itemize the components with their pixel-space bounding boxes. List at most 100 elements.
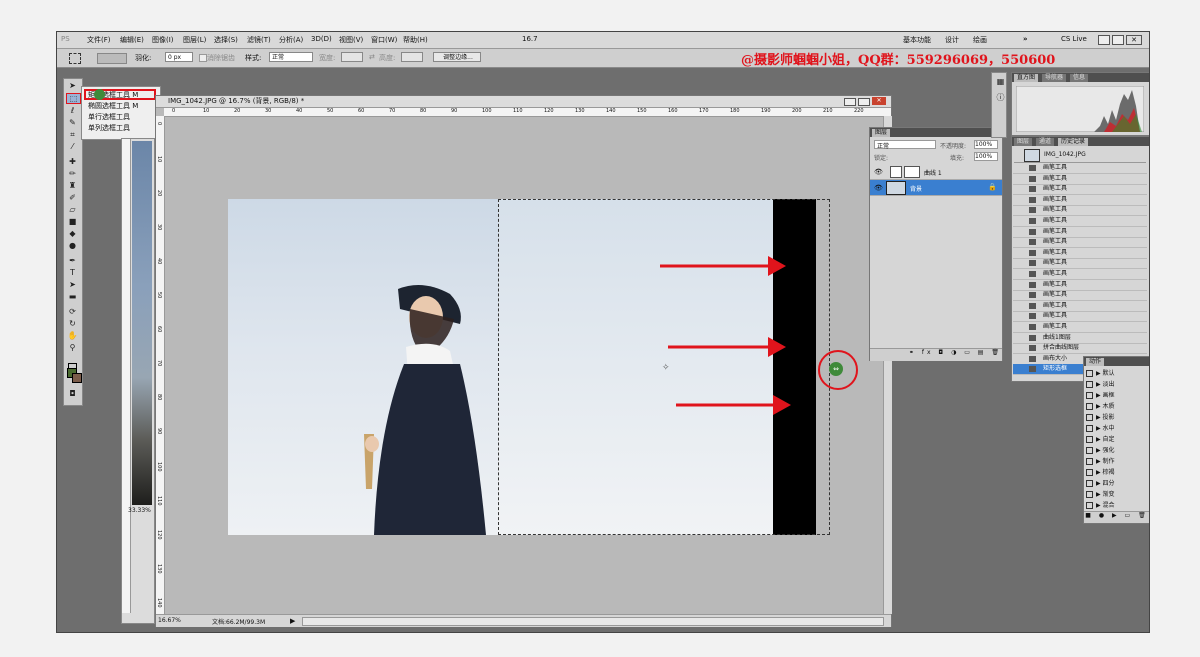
history-item[interactable]: 画笔工具 bbox=[1013, 237, 1147, 249]
crop-tool-icon[interactable]: ⌗ bbox=[66, 130, 79, 139]
action-checkbox-icon[interactable] bbox=[1086, 370, 1093, 377]
selection-mode-buttons[interactable] bbox=[97, 53, 127, 64]
action-item[interactable]: ▶ 淡出 bbox=[1086, 379, 1149, 390]
history-item[interactable]: 画笔工具 bbox=[1013, 269, 1147, 280]
action-checkbox-icon[interactable] bbox=[1086, 436, 1093, 443]
lasso-tool-icon[interactable]: ℓ bbox=[66, 106, 79, 115]
close-icon[interactable]: ✕ bbox=[1126, 35, 1142, 45]
type-tool-icon[interactable]: T bbox=[66, 268, 79, 277]
hand-tool-icon[interactable]: ✋ bbox=[66, 331, 79, 340]
history-item[interactable]: 画笔工具 bbox=[1013, 301, 1147, 312]
flyout-single-column-marquee[interactable]: 单列选框工具 bbox=[88, 123, 130, 133]
action-checkbox-icon[interactable] bbox=[1086, 414, 1093, 421]
refine-edge-button[interactable]: 调整边缘... bbox=[433, 52, 481, 62]
eraser-tool-icon[interactable]: ▱ bbox=[66, 205, 79, 214]
layer-visibility-eye-icon[interactable]: 👁 bbox=[874, 184, 883, 192]
tab-info[interactable]: 信息 bbox=[1070, 74, 1089, 82]
zoom-tool-icon[interactable]: ⚲ bbox=[66, 343, 79, 352]
menu-image[interactable]: 图像(I) bbox=[152, 35, 174, 45]
history-item[interactable]: 画笔工具 bbox=[1013, 205, 1147, 217]
doc-minimize-button[interactable] bbox=[844, 98, 856, 106]
history-item[interactable]: 拼合曲线图层 bbox=[1013, 343, 1147, 355]
blend-mode-select[interactable]: 正常 bbox=[874, 140, 936, 150]
workspace-essentials[interactable]: 基本功能 bbox=[903, 35, 931, 45]
menu-3d[interactable]: 3D(D) bbox=[311, 35, 332, 43]
action-item[interactable]: ▶ 混合 bbox=[1086, 500, 1149, 511]
marquee-tool-preset-icon[interactable] bbox=[69, 53, 81, 64]
opacity-input[interactable]: 100% bbox=[974, 140, 998, 149]
cs-live-button[interactable]: CS Live bbox=[1061, 35, 1087, 43]
action-checkbox-icon[interactable] bbox=[1086, 447, 1093, 454]
menu-window[interactable]: 窗口(W) bbox=[371, 35, 397, 45]
minimize-button[interactable] bbox=[1098, 35, 1110, 45]
healing-brush-tool-icon[interactable]: ✚ bbox=[66, 157, 79, 166]
flyout-elliptical-marquee[interactable]: 椭圆选框工具 M bbox=[88, 101, 138, 111]
action-checkbox-icon[interactable] bbox=[1086, 458, 1093, 465]
workspace-design[interactable]: 设计 bbox=[945, 35, 959, 45]
menu-layer[interactable]: 图层(L) bbox=[183, 35, 206, 45]
history-item[interactable]: 画笔工具 bbox=[1013, 174, 1147, 185]
action-item[interactable]: ▶ 画框 bbox=[1086, 390, 1149, 401]
style-select[interactable]: 正常 bbox=[269, 52, 313, 62]
action-item[interactable]: ▶ 制作 bbox=[1086, 456, 1149, 467]
action-checkbox-icon[interactable] bbox=[1086, 425, 1093, 432]
tab-histogram[interactable]: 直方图 bbox=[1014, 74, 1039, 82]
tab-history[interactable]: 历史记录 bbox=[1058, 138, 1089, 146]
layer-row-curves[interactable]: 👁 曲线 1 bbox=[870, 164, 1002, 180]
status-menu-arrow-icon[interactable]: ▶ bbox=[290, 617, 295, 625]
menu-filter[interactable]: 滤镜(T) bbox=[247, 35, 271, 45]
dodge-tool-icon[interactable]: ● bbox=[66, 241, 79, 250]
history-item[interactable]: 曲线1图层 bbox=[1013, 333, 1147, 344]
action-item[interactable]: ▶ 棕褐 bbox=[1086, 467, 1149, 478]
brush-tool-icon[interactable]: ✏ bbox=[66, 169, 79, 178]
history-item[interactable]: 画笔工具 bbox=[1013, 248, 1147, 259]
pen-tool-icon[interactable]: ✒ bbox=[66, 256, 79, 265]
history-item[interactable]: 画笔工具 bbox=[1013, 227, 1147, 238]
action-checkbox-icon[interactable] bbox=[1086, 403, 1093, 410]
history-item[interactable]: 画笔工具 bbox=[1013, 290, 1147, 302]
document-window[interactable]: IMG_1042.JPG @ 16.7% (背景, RGB/8) * ✕ 0 10… bbox=[155, 95, 892, 627]
history-brush-tool-icon[interactable]: ✐ bbox=[66, 193, 79, 202]
menu-help[interactable]: 帮助(H) bbox=[403, 35, 428, 45]
action-checkbox-icon[interactable] bbox=[1086, 480, 1093, 487]
restore-button[interactable] bbox=[1112, 35, 1124, 45]
flyout-single-row-marquee[interactable]: 单行选框工具 bbox=[88, 112, 130, 122]
action-item[interactable]: ▶ 水中 bbox=[1086, 423, 1149, 434]
history-item[interactable]: 画笔工具 bbox=[1013, 195, 1147, 206]
tab-navigator[interactable]: 导航器 bbox=[1042, 74, 1067, 82]
gradient-tool-icon[interactable]: ■ bbox=[66, 217, 79, 226]
layers-panel-footer-buttons[interactable]: ⚭ fx ◘ ◑ ▭ ▤ 🗑 bbox=[870, 348, 1002, 361]
action-checkbox-icon[interactable] bbox=[1086, 381, 1093, 388]
action-checkbox-icon[interactable] bbox=[1086, 491, 1093, 498]
action-item[interactable]: ▶ 渐变 bbox=[1086, 489, 1149, 500]
layer-visibility-eye-icon[interactable]: 👁 bbox=[874, 168, 883, 176]
action-checkbox-icon[interactable] bbox=[1086, 392, 1093, 399]
3d-orbit-tool-icon[interactable]: ↻ bbox=[66, 319, 79, 328]
doc-maximize-button[interactable] bbox=[858, 98, 870, 106]
menu-view[interactable]: 视图(V) bbox=[339, 35, 363, 45]
tab-layers[interactable]: 图层 bbox=[872, 129, 891, 137]
layer-row-background[interactable]: 👁 背景 🔒 bbox=[870, 180, 1002, 196]
action-checkbox-icon[interactable] bbox=[1086, 469, 1093, 476]
document-zoom[interactable]: 16.67% bbox=[158, 617, 181, 624]
history-snapshot[interactable]: IMG_1042.JPG bbox=[1014, 148, 1146, 163]
zoom-level[interactable]: 16.7 bbox=[522, 35, 538, 43]
eyedropper-tool-icon[interactable]: ⁄ bbox=[66, 142, 79, 151]
menu-select[interactable]: 选择(S) bbox=[214, 35, 238, 45]
tab-channels[interactable]: 通道 bbox=[1036, 138, 1055, 146]
quick-mask-icon[interactable]: ◘ bbox=[66, 389, 79, 398]
action-item[interactable]: ▶ 默认 bbox=[1086, 368, 1149, 379]
action-item[interactable]: ▶ 木质 bbox=[1086, 401, 1149, 412]
histogram-dock-icon[interactable]: ▦ bbox=[994, 77, 1007, 86]
history-item[interactable]: 画笔工具 bbox=[1013, 216, 1147, 227]
info-dock-icon[interactable]: ⓘ bbox=[994, 93, 1007, 102]
action-checkbox-icon[interactable] bbox=[1086, 502, 1093, 509]
action-item[interactable]: ▶ 自定 bbox=[1086, 434, 1149, 445]
second-document-window[interactable]: 33.33% bbox=[121, 138, 155, 624]
menu-edit[interactable]: 编辑(E) bbox=[120, 35, 144, 45]
feather-input[interactable]: 0 px bbox=[165, 52, 193, 62]
rectangular-marquee-tool-icon[interactable]: ⬚ bbox=[66, 93, 81, 104]
path-selection-tool-icon[interactable]: ➤ bbox=[66, 280, 79, 289]
shape-tool-icon[interactable]: ▬ bbox=[66, 292, 79, 301]
history-item[interactable]: 画笔工具 bbox=[1013, 184, 1147, 196]
